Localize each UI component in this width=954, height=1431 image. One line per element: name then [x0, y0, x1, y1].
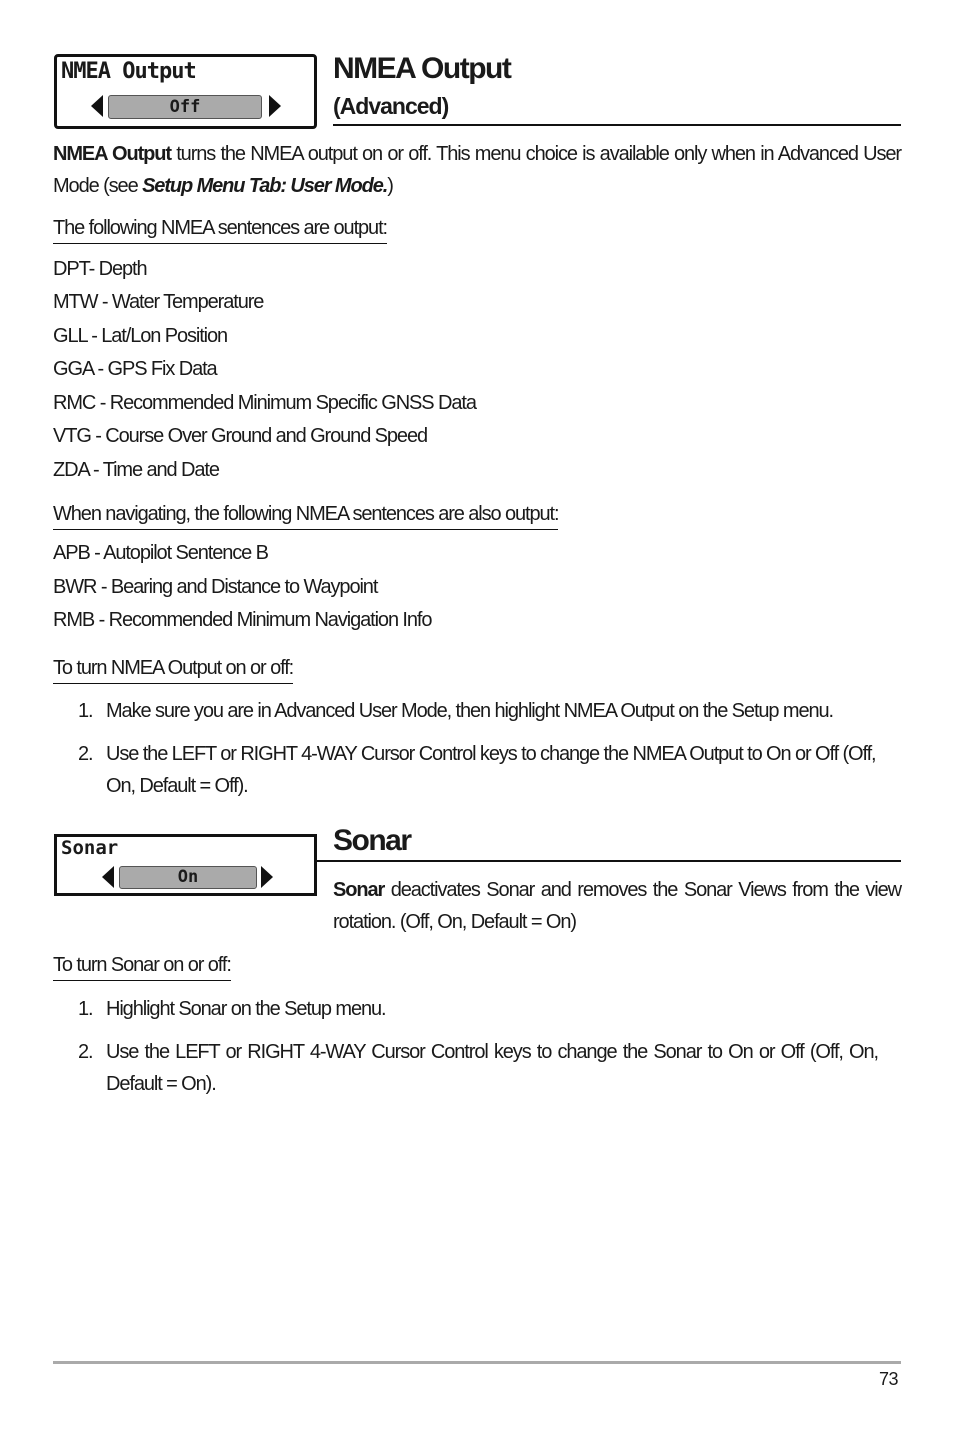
arrow-left-icon [102, 866, 114, 888]
widget-title: Sonar [61, 837, 119, 859]
intro-link: Setup Menu Tab: User Mode. [142, 175, 388, 197]
section-subtitle: (Advanced) [333, 93, 449, 119]
list-item: APB - Autopilot Sentence B [53, 542, 269, 564]
intro-text: deactivates Sonar and removes the Sonar … [333, 879, 902, 933]
list-item: DPT- Depth [53, 258, 148, 280]
section-title: NMEA Output [333, 52, 512, 85]
step: 2. Use the LEFT or RIGHT 4-WAY Cursor Con… [78, 1041, 879, 1095]
sentences-heading: The following NMEA sentences are output: [53, 214, 388, 244]
nav-heading: When navigating, the following NMEA sent… [53, 500, 560, 530]
list-item: GGA - GPS Fix Data [53, 358, 218, 380]
list-item: ZDA - Time and Date [53, 459, 220, 481]
list-item: VTG - Course Over Ground and Ground Spee… [53, 425, 428, 447]
list-item: GLL - Lat/Lon Position [53, 325, 228, 347]
intro-paragraph: NMEA Output turns the NMEA output on or … [53, 138, 902, 202]
step: 1. Make sure you are in Advanced User Mod… [78, 700, 834, 722]
list-item: BWR - Bearing and Distance to Waypoint [53, 576, 378, 598]
manual-page: NMEA Output Off NMEA Output (Advanced) N… [0, 0, 954, 1431]
section-title: Sonar [333, 824, 412, 857]
list-item: RMB - Recommended Minimum Navigation Inf… [53, 609, 432, 631]
divider [333, 124, 901, 126]
widget-title: NMEA Output [61, 59, 197, 84]
howto-heading: To turn Sonar on or off: [53, 951, 232, 981]
sonar-paragraph: Sonar deactivates Sonar and removes the … [333, 874, 902, 938]
divider [317, 860, 901, 862]
step: 1. Highlight Sonar on the Setup menu. [78, 998, 387, 1020]
sonar-menu-widget: Sonar On [54, 834, 317, 896]
widget-value: On [119, 866, 257, 889]
intro-end: ) [387, 175, 394, 197]
arrow-right-icon [269, 95, 281, 117]
arrow-right-icon [261, 866, 273, 888]
widget-value: Off [108, 95, 262, 119]
intro-bold: NMEA Output [53, 143, 172, 165]
arrow-left-icon [91, 95, 103, 117]
list-item: MTW - Water Temperature [53, 291, 264, 313]
footer-rule [53, 1361, 901, 1364]
step: 2. Use the LEFT or RIGHT 4-WAY Cursor Con… [78, 743, 877, 797]
page-number: 73 [878, 1369, 899, 1389]
nmea-output-menu-widget: NMEA Output Off [54, 54, 317, 129]
howto-heading: To turn NMEA Output on or off: [53, 654, 294, 684]
list-item: RMC - Recommended Minimum Specific GNSS … [53, 392, 477, 414]
intro-bold: Sonar [333, 879, 385, 901]
